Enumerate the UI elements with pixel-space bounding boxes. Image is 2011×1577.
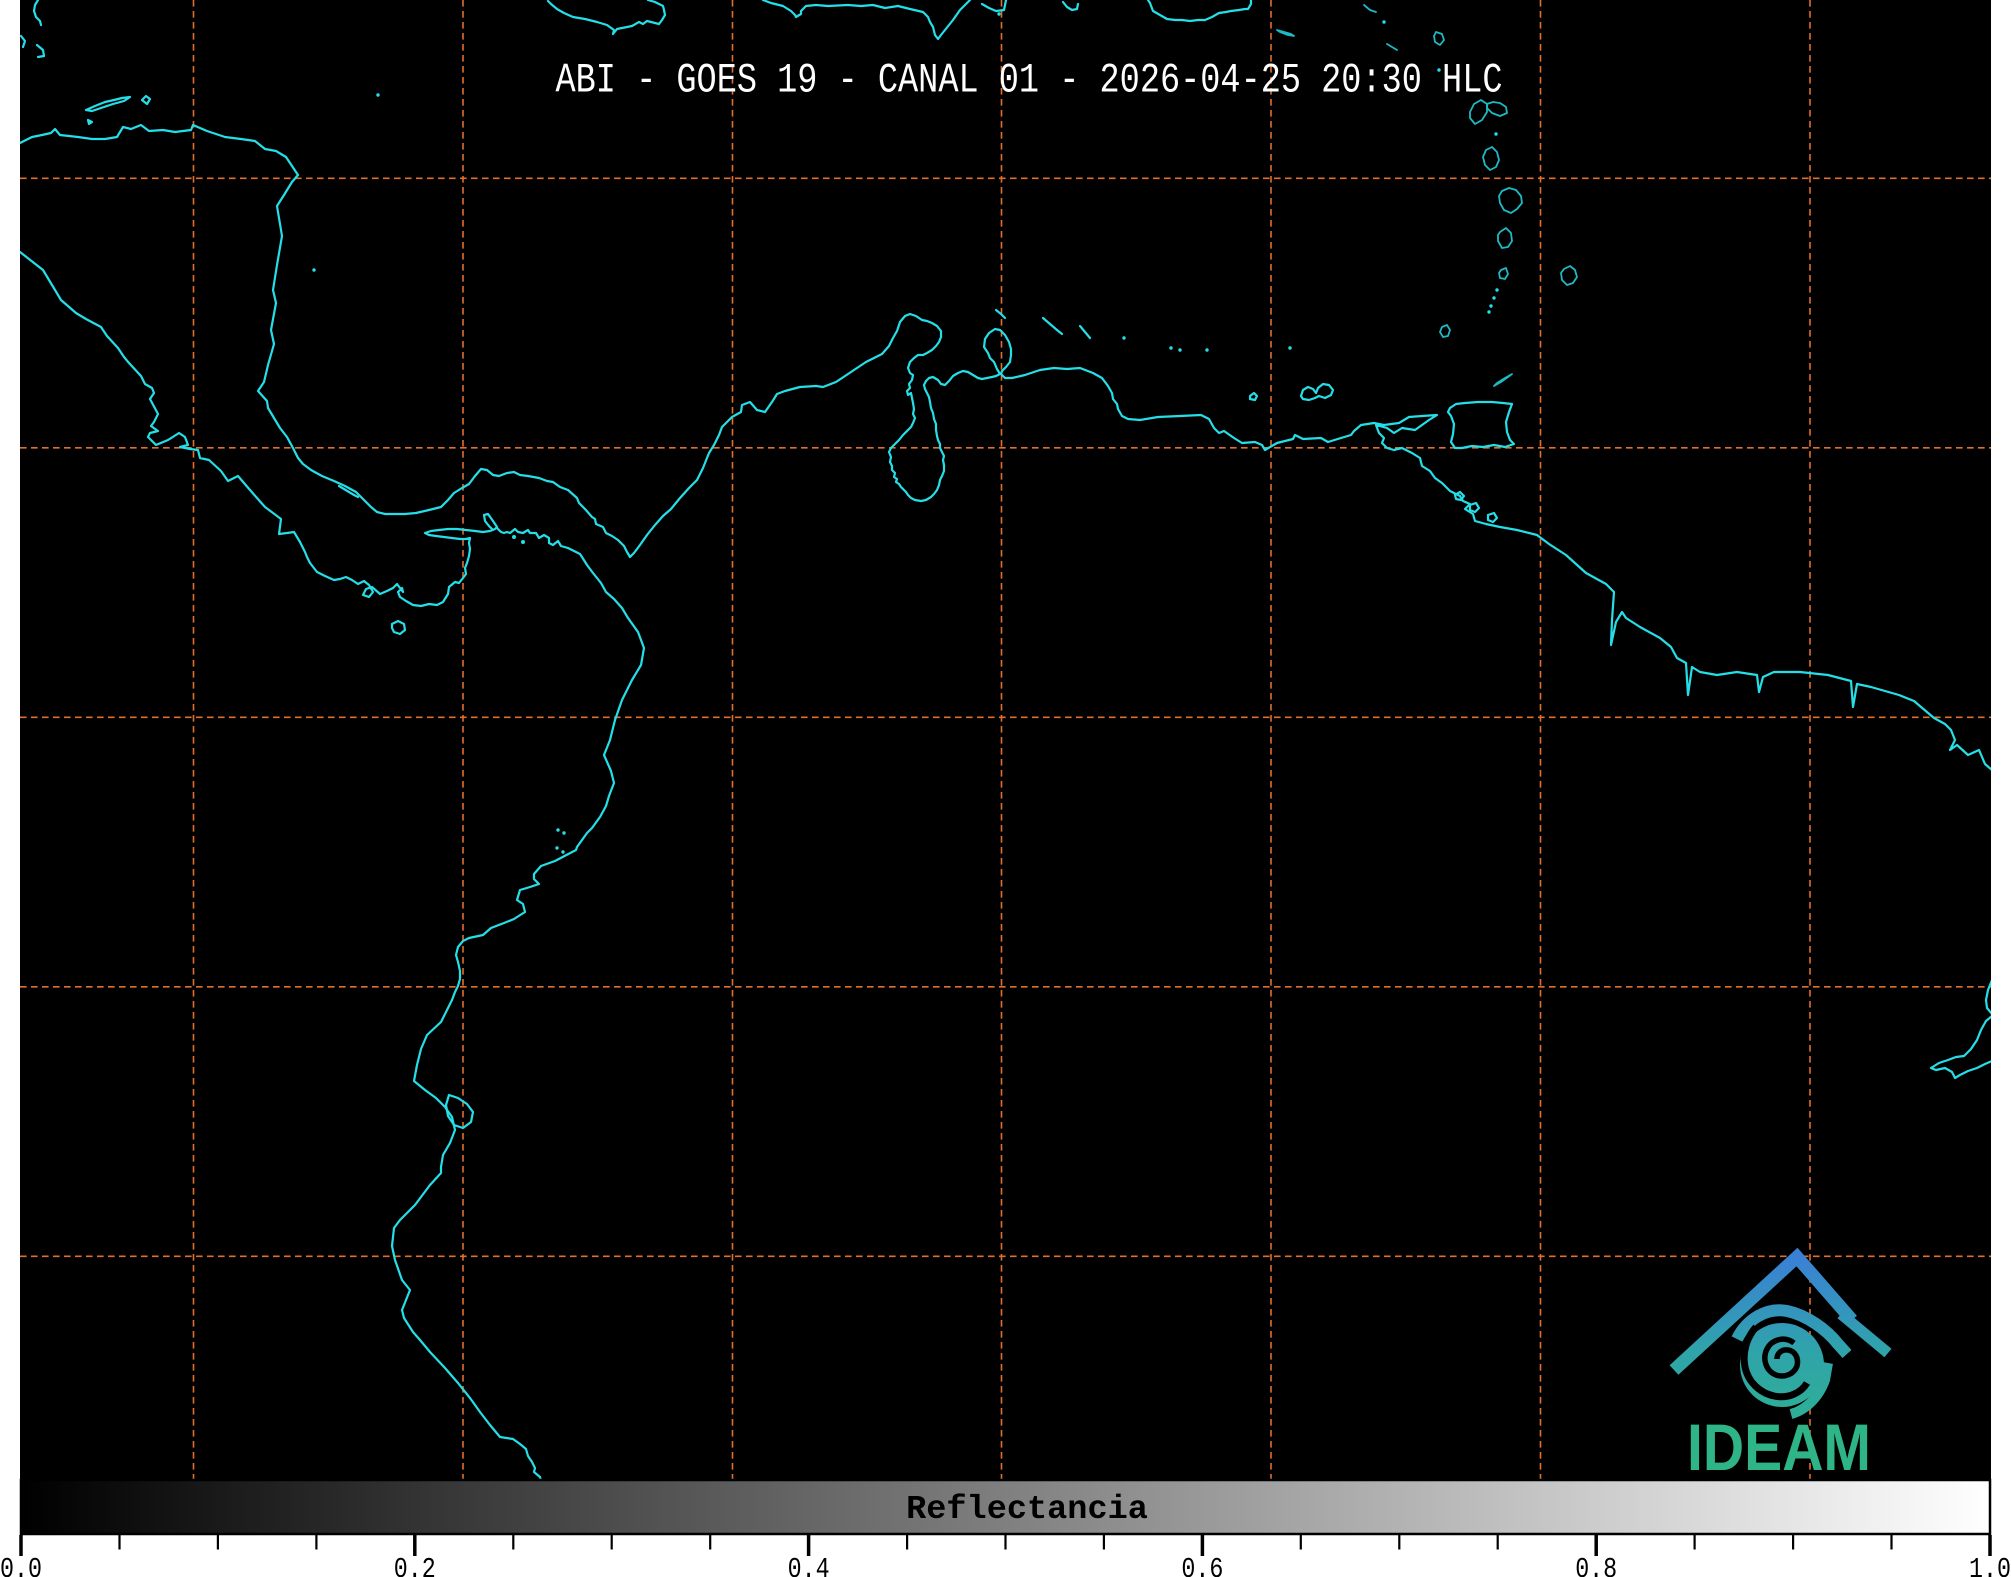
svg-text:1.0: 1.0 bbox=[1969, 1553, 2011, 1577]
svg-text:0.0: 0.0 bbox=[0, 1553, 42, 1577]
svg-text:0.8: 0.8 bbox=[1575, 1553, 1617, 1577]
svg-text:ABI - GOES 19 - CANAL 01 - 202: ABI - GOES 19 - CANAL 01 - 2026-04-25 20… bbox=[556, 57, 1503, 105]
svg-text:0.4: 0.4 bbox=[788, 1553, 830, 1577]
svg-text:IDEAM: IDEAM bbox=[1687, 1410, 1871, 1484]
svg-text:Reflectancia: Reflectancia bbox=[906, 1491, 1148, 1529]
svg-text:0.2: 0.2 bbox=[394, 1553, 436, 1577]
svg-text:0.6: 0.6 bbox=[1181, 1553, 1223, 1577]
